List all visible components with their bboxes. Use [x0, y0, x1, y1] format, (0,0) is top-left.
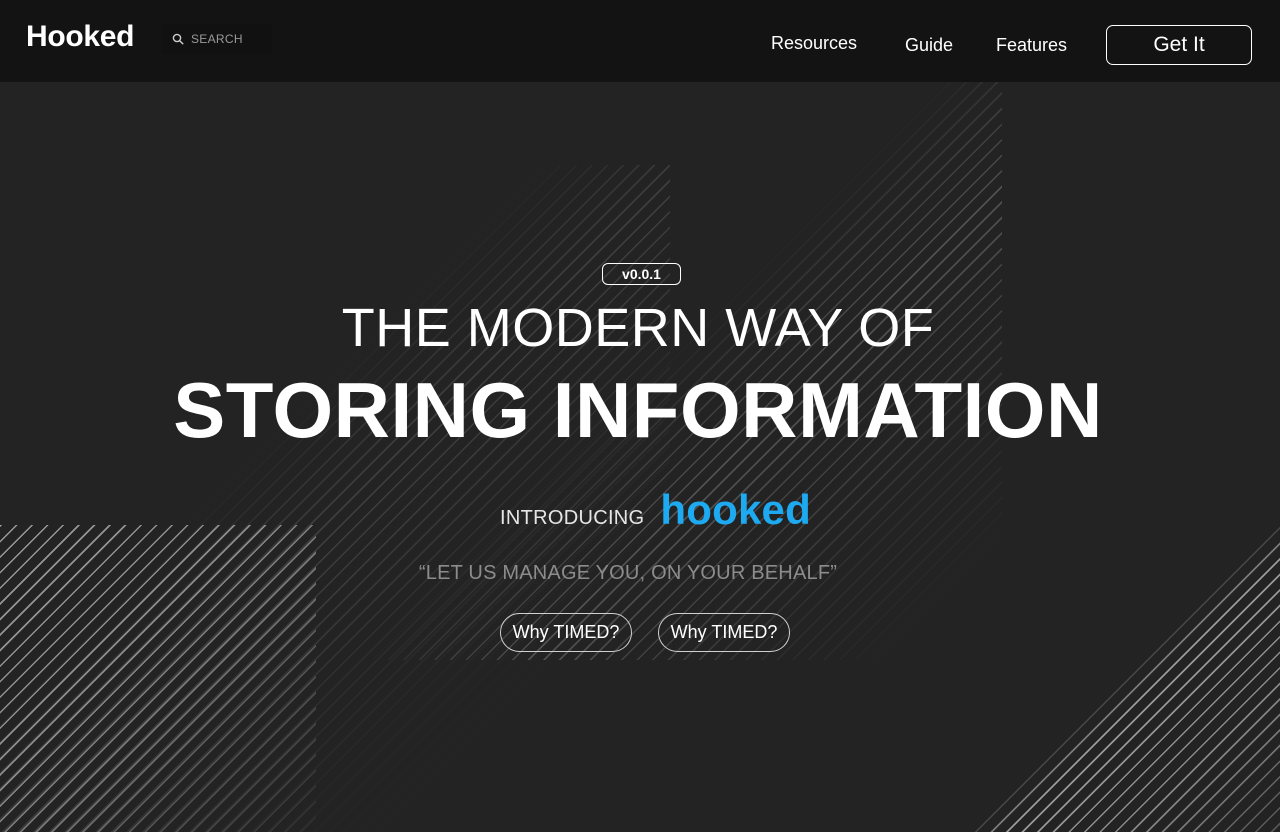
- why-timed-button[interactable]: Why TIMED?: [500, 613, 632, 652]
- intro-label: INTRODUCING: [500, 507, 645, 529]
- intro-row: INTRODUCING hooked: [500, 486, 811, 536]
- nav-link-resources[interactable]: Resources: [771, 33, 857, 54]
- nav-link-guide[interactable]: Guide: [905, 35, 953, 56]
- headline-line-1: THE MODERN WAY OF: [341, 298, 935, 358]
- navbar: Hooked Resources Guide Features Get It: [0, 0, 1280, 82]
- brand-logo[interactable]: Hooked: [26, 20, 135, 54]
- search-box[interactable]: [162, 24, 272, 54]
- version-badge: v0.0.1: [602, 263, 681, 285]
- headline-line-2: STORING INFORMATION: [173, 366, 1103, 454]
- tagline: “LET US MANAGE YOU, ON YOUR BEHALF”: [418, 562, 838, 584]
- search-icon: [172, 33, 184, 45]
- search-input[interactable]: [191, 32, 271, 46]
- nav-link-features[interactable]: Features: [996, 35, 1067, 56]
- why-timed-button-secondary[interactable]: Why TIMED?: [658, 613, 790, 652]
- intro-brand-name: hooked: [660, 486, 811, 533]
- get-it-button[interactable]: Get It: [1106, 25, 1252, 65]
- hero-section: v0.0.1 THE MODERN WAY OF STORING INFORMA…: [0, 82, 1280, 832]
